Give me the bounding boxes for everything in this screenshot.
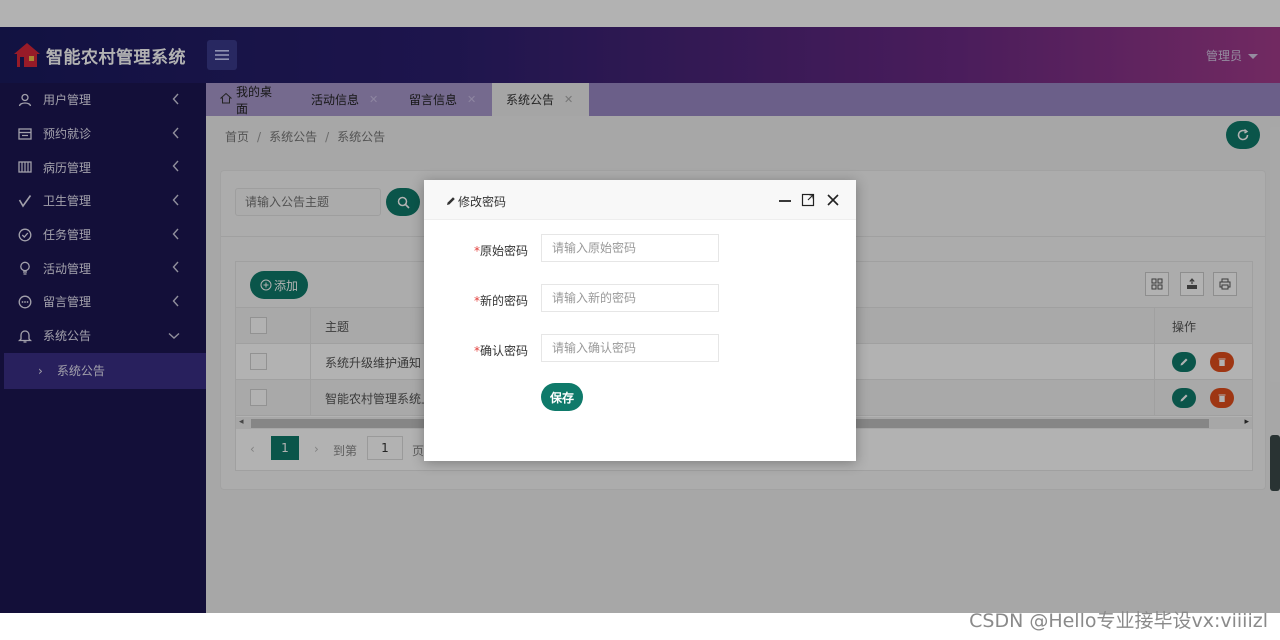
change-password-dialog: 修改密码 *原始密码 *新的密码 *确认密码 保存: [424, 180, 856, 461]
old-password-label: *原始密码: [454, 242, 528, 259]
old-password-label-text: 原始密码: [479, 244, 528, 258]
dialog-title-text: 修改密码: [458, 195, 507, 209]
confirm-password-field[interactable]: [541, 334, 719, 362]
form-row-old-password: *原始密码: [424, 234, 856, 264]
save-button[interactable]: 保存: [541, 383, 583, 411]
form-row-new-password: *新的密码: [424, 284, 856, 314]
maximize-icon: [801, 193, 815, 207]
new-password-label-text: 新的密码: [479, 294, 528, 308]
close-icon: [827, 194, 839, 206]
confirm-password-label-text: 确认密码: [479, 344, 528, 358]
form-row-confirm-password: *确认密码: [424, 334, 856, 364]
pencil-icon: [446, 195, 456, 209]
minimize-icon: [779, 200, 791, 202]
new-password-field[interactable]: [541, 284, 719, 312]
dialog-header: 修改密码: [424, 180, 856, 220]
close-button[interactable]: [824, 191, 842, 209]
dialog-title: 修改密码: [446, 193, 506, 210]
new-password-label: *新的密码: [454, 292, 528, 309]
old-password-field[interactable]: [541, 234, 719, 262]
watermark: CSDN @Hello专业接毕设vx:viiiizl: [969, 610, 1268, 632]
confirm-password-label: *确认密码: [454, 342, 528, 359]
minimize-button[interactable]: [776, 191, 794, 209]
maximize-button[interactable]: [799, 191, 817, 209]
